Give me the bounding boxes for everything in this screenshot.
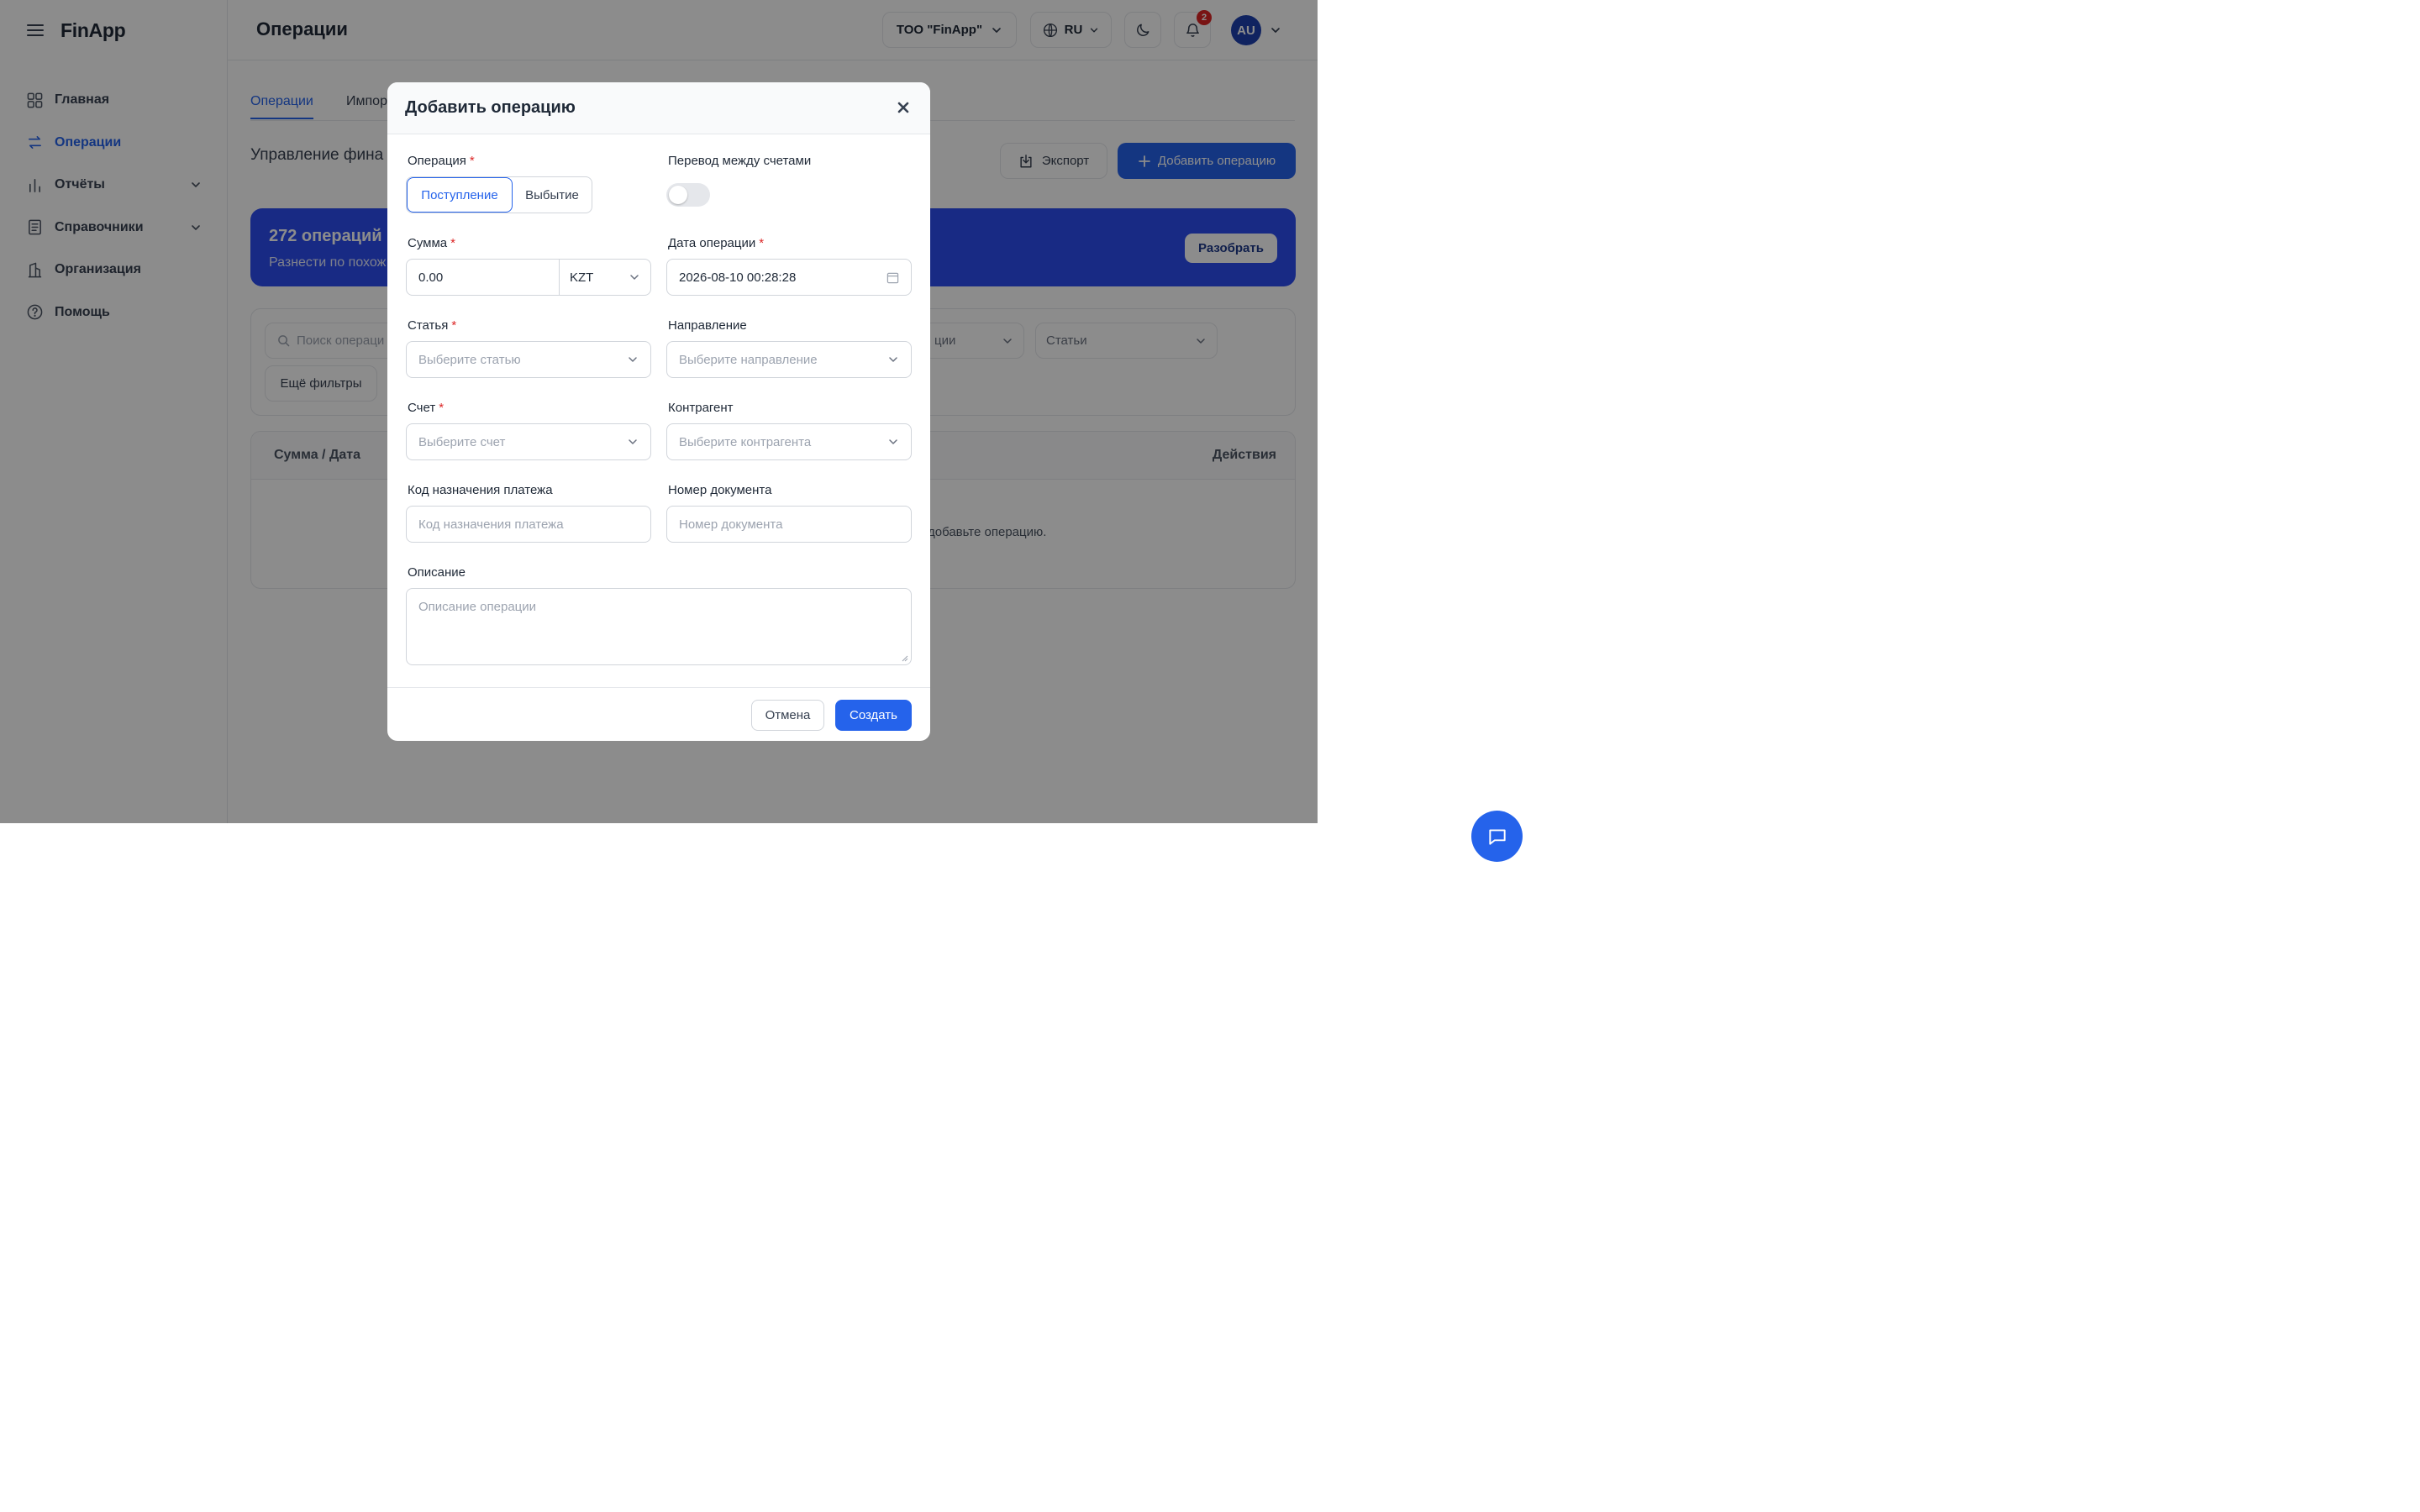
dialog-footer: Отмена Создать: [387, 687, 930, 741]
payment-code-input[interactable]: Код назначения платежа: [406, 506, 651, 543]
transfer-toggle[interactable]: [666, 183, 710, 207]
direction-label: Направление: [668, 318, 747, 333]
dialog-header: Добавить операцию: [387, 82, 930, 134]
direction-select[interactable]: Выберите направление: [666, 341, 912, 378]
article-select[interactable]: Выберите статью: [406, 341, 651, 378]
description-placeholder: Описание операции: [418, 600, 537, 614]
chevron-down-icon: [629, 271, 640, 283]
currency-value: KZT: [570, 270, 594, 285]
account-select[interactable]: Выберите счет: [406, 423, 651, 460]
date-value: 2026-08-10 00:28:28: [679, 270, 797, 285]
doc-number-input[interactable]: Номер документа: [666, 506, 912, 543]
operation-type-income[interactable]: Поступление: [407, 177, 513, 213]
account-placeholder: Выберите счет: [418, 434, 506, 449]
operation-type-expense[interactable]: Выбытие: [513, 177, 592, 213]
description-label: Описание: [408, 565, 466, 580]
chevron-down-icon: [627, 436, 639, 448]
create-button[interactable]: Создать: [835, 700, 912, 731]
chevron-down-icon: [887, 436, 899, 448]
article-label: Статья *: [408, 318, 457, 333]
doc-number-label: Номер документа: [668, 483, 772, 497]
amount-label: Сумма *: [408, 236, 455, 250]
counterparty-select[interactable]: Выберите контрагента: [666, 423, 912, 460]
description-textarea[interactable]: Описание операции: [406, 588, 912, 665]
amount-group: 0.00 KZT: [406, 259, 651, 296]
doc-number-placeholder: Номер документа: [679, 517, 783, 532]
article-placeholder: Выберите статью: [418, 352, 521, 367]
amount-input[interactable]: 0.00: [407, 260, 560, 295]
toggle-knob: [669, 186, 687, 204]
cancel-button[interactable]: Отмена: [751, 700, 824, 731]
chat-icon: [1486, 826, 1508, 848]
operation-type-label: Операция *: [408, 154, 475, 168]
payment-code-placeholder: Код назначения платежа: [418, 517, 564, 532]
close-icon[interactable]: [895, 99, 912, 116]
currency-select[interactable]: KZT: [560, 260, 650, 295]
direction-placeholder: Выберите направление: [679, 352, 818, 367]
chevron-down-icon: [887, 354, 899, 365]
account-label: Счет *: [408, 401, 445, 415]
payment-code-label: Код назначения платежа: [408, 483, 553, 497]
add-operation-dialog: Добавить операцию Операция * Поступление …: [387, 82, 930, 741]
counterparty-label: Контрагент: [668, 401, 734, 415]
transfer-label: Перевод между счетами: [668, 154, 812, 168]
calendar-icon[interactable]: [886, 271, 899, 284]
date-label: Дата операции *: [668, 236, 765, 250]
operation-type-segmented: Поступление Выбытие: [406, 176, 592, 213]
chat-button[interactable]: [1471, 811, 1523, 862]
dialog-title: Добавить операцию: [405, 98, 576, 117]
date-input[interactable]: 2026-08-10 00:28:28: [666, 259, 912, 296]
resize-grip-icon[interactable]: [902, 655, 908, 662]
chevron-down-icon: [627, 354, 639, 365]
counterparty-placeholder: Выберите контрагента: [679, 434, 812, 449]
